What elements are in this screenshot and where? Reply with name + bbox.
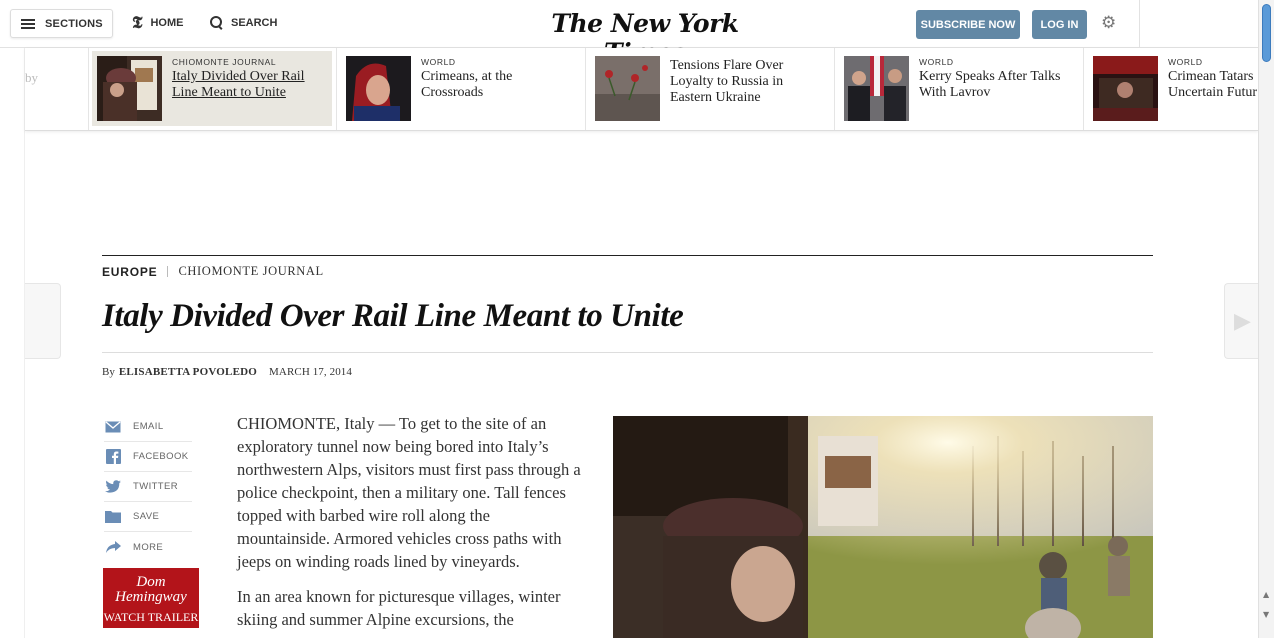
page-left-gutter — [0, 48, 25, 638]
ribbon-kicker: WORLD — [919, 57, 954, 67]
ribbon-headline: Italy Divided Over Rail Line Meant to Un… — [172, 69, 305, 101]
ribbon-headline: Crimean Tatars Uncertain Futur — [1168, 69, 1257, 101]
email-icon — [104, 420, 122, 434]
facebook-icon — [104, 449, 122, 464]
home-label: HOME — [150, 17, 184, 29]
section-link[interactable]: EUROPE — [102, 265, 157, 279]
ribbon-kicker: WORLD — [421, 57, 456, 67]
ribbon-headline: Tensions Flare Over Loyalty to Russia in… — [670, 58, 783, 106]
twitter-icon — [104, 480, 122, 494]
scrollbar-thumb[interactable] — [1262, 4, 1271, 62]
chevron-right-icon: ▶ — [1234, 308, 1251, 334]
ad-title-line: Dom — [136, 574, 166, 590]
ribbon-headline-line: Crimean Tatars — [1168, 69, 1254, 84]
advertisement[interactable]: Dom Hemingway WATCH TRAILER — [103, 568, 199, 628]
ribbon-divider — [88, 48, 89, 130]
search-link[interactable]: SEARCH — [210, 16, 277, 29]
ribbon-headline-line: With Lavrov — [919, 85, 991, 100]
ribbon-edge-text: by — [25, 70, 38, 85]
article-body: CHIOMONTE, Italy — To get to the site of… — [237, 412, 587, 638]
share-label: TWITTER — [133, 481, 179, 492]
ribbon-item-tensions[interactable]: Tensions Flare Over Loyalty to Russia in… — [590, 51, 830, 126]
byline-prefix: By — [102, 366, 115, 378]
ribbon-headline-line: Line Meant to Unite — [172, 85, 286, 100]
search-icon — [210, 16, 223, 29]
ribbon-item-kerry[interactable]: WORLD Kerry Speaks After Talks With Lavr… — [839, 51, 1079, 126]
ribbon-headline-line: Crossroads — [421, 85, 484, 100]
article-paragraph: In an area known for picturesque village… — [237, 587, 561, 629]
search-label: SEARCH — [231, 16, 278, 29]
ribbon-thumbnail — [1093, 56, 1158, 121]
ribbon-divider — [1083, 48, 1084, 130]
ribbon-thumbnail — [844, 56, 909, 121]
publish-date: MARCH 17, 2014 — [269, 366, 353, 378]
ribbon-kicker: WORLD — [1168, 57, 1203, 67]
ribbon-thumbnail — [97, 56, 162, 121]
ribbon-thumbnail — [595, 56, 660, 121]
headline-rule — [102, 352, 1153, 353]
author-link[interactable]: ELISABETTA POVOLEDO — [119, 366, 257, 378]
header-rule — [102, 255, 1153, 256]
previous-article-button[interactable] — [25, 283, 61, 359]
share-save-button[interactable]: SAVE — [104, 502, 192, 532]
gear-icon[interactable]: ⚙ — [1101, 15, 1116, 32]
ribbon-headline-line: Kerry Speaks After Talks — [919, 69, 1061, 84]
article-kicker: EUROPE CHIOMONTE JOURNAL — [102, 264, 324, 279]
subsection-link[interactable]: CHIOMONTE JOURNAL — [178, 264, 323, 279]
share-label: MORE — [133, 541, 164, 553]
ribbon-divider — [585, 48, 586, 130]
top-navigation-bar: SECTIONS 𝕿 HOME SEARCH The New York Time… — [0, 0, 1258, 67]
home-link[interactable]: 𝕿 HOME — [132, 13, 184, 33]
divider — [1139, 0, 1140, 48]
login-button[interactable]: LOG IN — [1032, 10, 1087, 39]
lead-photo[interactable] — [613, 416, 1153, 638]
ribbon-headline-line: Tensions Flare Over — [670, 58, 784, 73]
ribbon-item-crimeans[interactable]: WORLD Crimeans, at the Crossroads — [341, 51, 581, 126]
save-icon — [104, 510, 122, 524]
ribbon-headline-line: Eastern Ukraine — [670, 90, 761, 105]
page-scrollbar[interactable]: ▲ ▼ — [1258, 0, 1274, 638]
ribbon-item-italy[interactable]: CHIOMONTE JOURNAL Italy Divided Over Rai… — [92, 51, 332, 126]
share-facebook-button[interactable]: FACEBOOK — [104, 442, 192, 472]
ribbon-headline-line: Italy Divided Over Rail — [172, 69, 305, 84]
ad-title-line: Hemingway — [115, 589, 187, 605]
hamburger-menu-icon — [21, 18, 35, 29]
share-more-button[interactable]: MORE — [104, 532, 192, 562]
ribbon-headline: Crimeans, at the Crossroads — [421, 69, 512, 101]
article-paragraph: CHIOMONTE, Italy — To get to the site of… — [237, 414, 581, 571]
ribbon-headline: Kerry Speaks After Talks With Lavrov — [919, 69, 1060, 101]
ribbon-headline-line: Loyalty to Russia in — [670, 74, 784, 89]
ribbon-divider — [834, 48, 835, 130]
ad-cta: WATCH TRAILER — [103, 610, 199, 624]
ribbon-item-tatars[interactable]: WORLD Crimean Tatars Uncertain Futur — [1088, 51, 1258, 126]
kicker-divider — [167, 266, 169, 277]
sections-button[interactable]: SECTIONS — [10, 9, 113, 38]
ribbon-kicker: CHIOMONTE JOURNAL — [172, 57, 277, 67]
ribbon-divider — [336, 48, 337, 130]
share-twitter-button[interactable]: TWITTER — [104, 472, 192, 502]
share-tools: EMAIL FACEBOOK TWITTER SAVE MORE — [104, 412, 192, 562]
ribbon-headline-line: Uncertain Futur — [1168, 85, 1258, 100]
share-label: EMAIL — [133, 421, 164, 432]
scroll-down-arrow-icon[interactable]: ▼ — [1263, 610, 1269, 619]
share-arrow-icon — [104, 540, 122, 554]
share-email-button[interactable]: EMAIL — [104, 412, 192, 442]
sections-label: SECTIONS — [45, 17, 103, 30]
byline: By ELISABETTA POVOLEDO MARCH 17, 2014 — [102, 366, 352, 378]
article-headline: Italy Divided Over Rail Line Meant to Un… — [102, 298, 684, 334]
story-ribbon: by CHIOMONTE JOURNAL Italy Divided Over … — [25, 48, 1258, 131]
ad-title: Dom Hemingway — [103, 568, 199, 605]
scroll-up-arrow-icon[interactable]: ▲ — [1263, 590, 1269, 599]
ribbon-thumbnail — [346, 56, 411, 121]
subscribe-button[interactable]: SUBSCRIBE NOW — [916, 10, 1020, 39]
share-label: FACEBOOK — [133, 451, 189, 462]
ribbon-headline-line: Crimeans, at the — [421, 69, 513, 84]
next-article-button[interactable]: ▶ — [1224, 283, 1260, 359]
share-label: SAVE — [133, 511, 160, 522]
nyt-t-logo-icon: 𝕿 — [132, 13, 143, 33]
